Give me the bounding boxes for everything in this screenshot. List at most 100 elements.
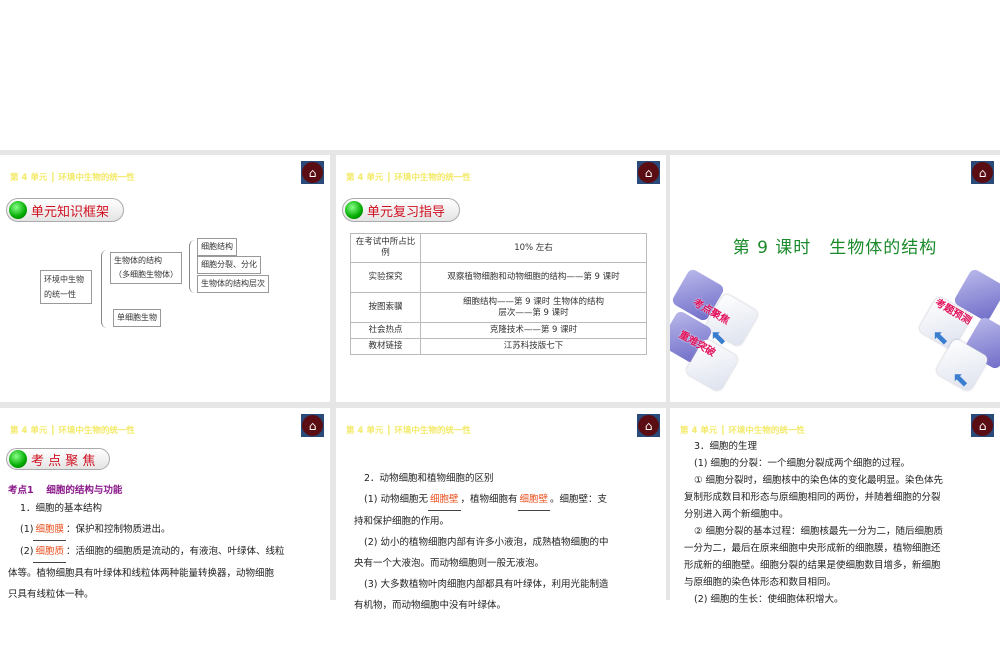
box-line: （多细胞生物体） [114,270,178,279]
cell-value: 克隆技术——第 9 课时 [420,322,647,339]
slide-6[interactable]: 第 4 单元 ┃ 环境中生物的统一性 ⌂ 3．细胞的生理 (1) 细胞的分裂：一… [670,408,1000,655]
green-dot-icon [9,201,27,219]
text-line: (2) 幼小的植物细胞内部有许多小液泡，成熟植物细胞的中 [364,537,609,548]
lesson-title: 第 9 课时 生物体的结构 [732,238,938,258]
leaf-box: 细胞结构 [197,238,237,256]
review-table: 在考试中所占比例 10% 左右 实验探究 观察植物细胞和动物细胞的结构——第 9 课… [350,233,647,355]
text-span: ：活细胞的细胞质是流动的，有液泡、叶绿体、线粒 [65,546,285,557]
text-line: 持和保护细胞的作用。 [354,516,450,527]
section-pill: 考 点 聚 焦 [6,448,111,470]
text-line: (3) 大多数植物叶肉细胞内部都具有叶绿体，利用光能制造 [364,579,609,590]
body-text: 3．细胞的生理 (1) 细胞的分裂：一个细胞分裂成两个细胞的过程。 ① 细胞分裂… [684,438,989,608]
cell-key: 教材链接 [350,338,421,355]
text-line: 体等。植物细胞具有叶绿体和线粒体两种能量转换器，动物细胞 [8,568,275,579]
unit-header: 第 4 单元 ┃ 环境中生物的统一性 [346,173,471,183]
answer-blank: 细胞壁 [517,489,551,511]
root-line: 的统一性 [44,290,76,299]
unit-header: 第 4 单元 ┃ 环境中生物的统一性 [10,426,135,436]
text-line: 1．细胞的基本结构 [20,503,103,514]
home-button[interactable]: ⌂ [971,161,994,184]
text-span: ：保护和控制物质进出。 [65,524,171,535]
home-icon: ⌂ [302,162,323,183]
body-text: 1．细胞的基本结构 (1) 细胞膜 ：保护和控制物质进出。 (2) 细胞质 ：活细胞的细… [8,498,328,605]
text-span: (1) [20,524,34,535]
slide-sorter: 第 4 单元 ┃ 环境中生物的统一性 ⌂ 单元知识框架 环境中生物的统一性 生物… [0,150,1000,655]
cell-key: 在考试中所占比例 [350,233,421,263]
arrow-icon: ⬉ [932,325,949,349]
home-button[interactable]: ⌂ [301,161,324,184]
cell-value: 10% 左右 [420,233,647,263]
subtitle: 考点1 细胞的结构与功能 [8,485,123,496]
root-line: 环境中生物 [44,275,84,284]
cell-value: 观察植物细胞和动物细胞的结构——第 9 课时 [420,262,647,293]
single-cell-box: 单细胞生物 [113,309,161,327]
leaf-box: 细胞分裂、分化 [197,256,261,274]
text-line: 形成新的细胞壁。细胞分裂的结果是使细胞数目增多，新细胞 [684,560,941,571]
unit-header: 第 4 单元 ┃ 环境中生物的统一性 [680,426,805,436]
section-pill: 单元复习指导 [342,198,461,222]
pill-label: 单元复习指导 [367,204,446,220]
brace [101,250,107,328]
text-line: 与原细胞的染色体形态和数目相同。 [684,577,837,588]
text-span: ，植物细胞有 [460,494,518,505]
pill-label: 考 点 聚 焦 [31,453,96,469]
cell-value: 细胞结构——第 9 课时 生物体的结构层次——第 9 课时 [420,292,647,323]
home-icon: ⌂ [972,162,993,183]
multicell-box: 生物体的结构 （多细胞生物体） [110,252,182,284]
table-row: 实验探究 观察植物细胞和动物细胞的结构——第 9 课时 [350,262,647,293]
arrow-icon: ⬉ [710,325,727,349]
text-line: 一分为二，最后在原来细胞中央形成新的细胞膜，植物细胞还 [684,543,941,554]
text-line: ① 细胞分裂时，细胞核中的染色体的变化最明显。染色体先 [694,475,944,486]
text-line: 3．细胞的生理 [694,441,758,452]
arrow-icon: ⬉ [952,367,969,391]
cell-key: 按图索骥 [350,292,421,323]
text-line: 只具有线粒体一种。 [8,589,94,600]
text-line: ② 细胞分裂的基本过程：细胞核最先一分为二，随后细胞质 [694,526,944,537]
home-button[interactable]: ⌂ [637,161,660,184]
brace [189,240,195,293]
home-icon: ⌂ [302,415,323,436]
section-pill: 单元知识框架 [6,198,125,222]
text-line: 2．动物细胞和植物细胞的区别 [364,473,494,484]
unit-header: 第 4 单元 ┃ 环境中生物的统一性 [346,426,471,436]
box-line: 生物体的结构 [114,256,162,265]
text-line: (1) 细胞膜 ：保护和控制物质进出。 [8,519,328,541]
text-span: (1) 动物细胞无 [364,494,428,505]
home-button[interactable]: ⌂ [971,414,994,437]
cell-key: 社会热点 [350,322,421,339]
slide-2[interactable]: 第 4 单元 ┃ 环境中生物的统一性 ⌂ 单元复习指导 在考试中所占比例 10% … [336,155,666,402]
text-span: 。细胞壁：支 [550,494,608,505]
table-row: 社会热点 克隆技术——第 9 课时 [350,322,647,339]
slide-1[interactable]: 第 4 单元 ┃ 环境中生物的统一性 ⌂ 单元知识框架 环境中生物的统一性 生物… [0,155,330,402]
cell-value: 江苏科技版七下 [420,338,647,355]
home-icon: ⌂ [638,415,659,436]
answer-blank: 细胞壁 [427,489,461,511]
text-line: 有机物，而动物细胞中没有叶绿体。 [354,600,507,611]
leaf-box: 生物体的结构层次 [197,275,269,293]
text-line: 分别进入两个新细胞中。 [684,509,789,520]
home-icon: ⌂ [638,162,659,183]
text-line: 央有一个大液泡。而动物细胞则一般无液泡。 [354,558,545,569]
cell-key: 实验探究 [350,262,421,293]
slide-3[interactable]: ⌂ 第 9 课时 生物体的结构 考点聚焦 重难突破 ⬉ 考题预测 ⬉ ⬉ [670,155,1000,402]
table-row: 在考试中所占比例 10% 左右 [350,233,647,263]
body-text: 2．动物细胞和植物细胞的区别 (1) 动物细胞无 细胞壁 ，植物细胞有 细胞壁 。细胞壁… [354,468,654,616]
slide-4[interactable]: 第 4 单元 ┃ 环境中生物的统一性 ⌂ 考 点 聚 焦 考点1 细胞的结构与功… [0,408,330,655]
text-line: (2) 细胞质 ：活细胞的细胞质是流动的，有液泡、叶绿体、线粒 [8,541,328,563]
root-box: 环境中生物 的统一性 [40,270,92,304]
answer-blank: 细胞质 [33,541,66,563]
pill-label: 单元知识框架 [31,204,110,220]
table-row: 按图索骥 细胞结构——第 9 课时 生物体的结构层次——第 9 课时 [350,292,647,323]
text-line: (1) 动物细胞无 细胞壁 ，植物细胞有 细胞壁 。细胞壁：支 [354,489,654,511]
answer-blank: 细胞膜 [33,519,66,541]
text-line: (1) 细胞的分裂：一个细胞分裂成两个细胞的过程。 [694,458,910,469]
home-button[interactable]: ⌂ [637,414,660,437]
home-button[interactable]: ⌂ [301,414,324,437]
slide-5[interactable]: 第 4 单元 ┃ 环境中生物的统一性 ⌂ 2．动物细胞和植物细胞的区别 (1) … [336,408,666,655]
text-span: (2) [20,546,34,557]
green-dot-icon [9,450,27,468]
green-dot-icon [345,201,363,219]
text-line: 复制形成数目和形态与原细胞相同的两份，并随着细胞的分裂 [684,492,941,503]
unit-header: 第 4 单元 ┃ 环境中生物的统一性 [10,173,135,183]
home-icon: ⌂ [972,415,993,436]
